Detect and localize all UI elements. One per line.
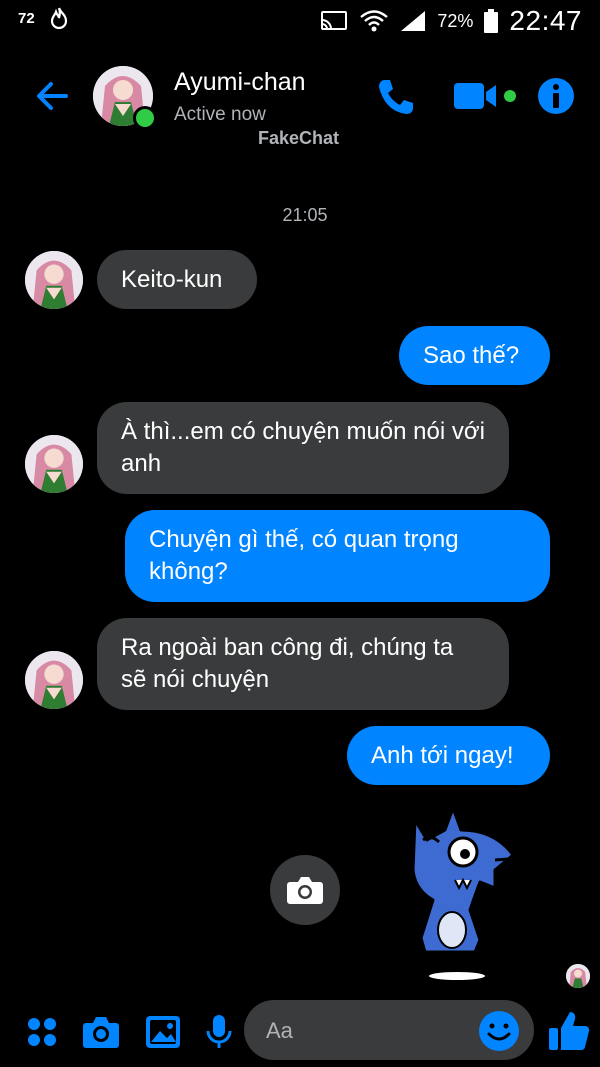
gallery-icon bbox=[146, 1016, 180, 1048]
camera-icon bbox=[83, 1017, 119, 1048]
battery-icon bbox=[484, 9, 499, 33]
incoming-message-bubble[interactable]: Keito-kun bbox=[97, 250, 257, 309]
emoji-icon bbox=[479, 1011, 519, 1051]
contact-avatar-small[interactable] bbox=[25, 435, 83, 493]
anime-avatar-image bbox=[25, 435, 83, 493]
contact-name[interactable]: Ayumi-chan bbox=[174, 68, 306, 97]
contact-avatar-small[interactable] bbox=[25, 651, 83, 709]
outgoing-message-bubble[interactable]: Sao thế? bbox=[399, 326, 550, 385]
status-left: 72 bbox=[18, 6, 69, 30]
clock: 22:47 bbox=[509, 5, 582, 36]
signal-icon bbox=[401, 11, 426, 31]
thumbs-up-icon bbox=[549, 1012, 590, 1051]
video-camera-icon bbox=[454, 83, 516, 109]
phone-icon bbox=[379, 80, 413, 114]
apps-button[interactable] bbox=[22, 1012, 62, 1052]
anime-avatar-image bbox=[566, 964, 590, 988]
voice-call-button[interactable] bbox=[375, 76, 417, 118]
data-usage-badge: 72 bbox=[18, 9, 35, 27]
incoming-message-bubble[interactable]: Ra ngoài ban công đi, chúng ta sẽ nói ch… bbox=[97, 618, 509, 710]
camera-button[interactable] bbox=[81, 1012, 121, 1052]
flame-icon bbox=[50, 7, 67, 30]
incoming-message-bubble[interactable]: À thì...em có chuyện muốn nói với anh bbox=[97, 402, 509, 494]
watermark-text: FakeChat bbox=[258, 128, 340, 148]
video-call-button[interactable] bbox=[452, 80, 518, 112]
anime-avatar-image bbox=[25, 251, 83, 309]
apps-icon bbox=[28, 1018, 56, 1046]
wolf-sticker[interactable] bbox=[385, 800, 530, 990]
wifi-icon bbox=[360, 10, 389, 32]
status-right: 72% 22:47 bbox=[319, 5, 582, 37]
read-receipt-avatar bbox=[566, 964, 590, 988]
cast-icon bbox=[321, 11, 348, 30]
status-bar: 72 72% 22:47 bbox=[0, 0, 600, 44]
floating-camera-button[interactable] bbox=[270, 855, 340, 925]
like-button[interactable] bbox=[546, 1008, 592, 1054]
gallery-button[interactable] bbox=[143, 1012, 183, 1052]
outgoing-message-bubble[interactable]: Chuyện gì thế, có quan trọng không? bbox=[125, 510, 550, 602]
info-icon bbox=[538, 78, 574, 114]
microphone-button[interactable] bbox=[199, 1012, 239, 1052]
emoji-button[interactable] bbox=[478, 1010, 520, 1052]
info-button[interactable] bbox=[536, 76, 576, 116]
online-indicator bbox=[133, 106, 157, 130]
microphone-icon bbox=[206, 1015, 232, 1048]
outgoing-message-bubble[interactable]: Anh tới ngay! bbox=[347, 726, 550, 785]
active-status: Active now bbox=[174, 104, 266, 125]
contact-avatar-small[interactable] bbox=[25, 251, 83, 309]
message-input[interactable] bbox=[264, 1014, 468, 1048]
back-arrow-icon bbox=[37, 82, 68, 110]
conversation-timestamp: 21:05 bbox=[282, 205, 328, 225]
camera-icon bbox=[287, 877, 323, 904]
anime-avatar-image bbox=[25, 651, 83, 709]
battery-percent: 72% bbox=[437, 10, 474, 31]
back-button[interactable] bbox=[32, 76, 72, 116]
